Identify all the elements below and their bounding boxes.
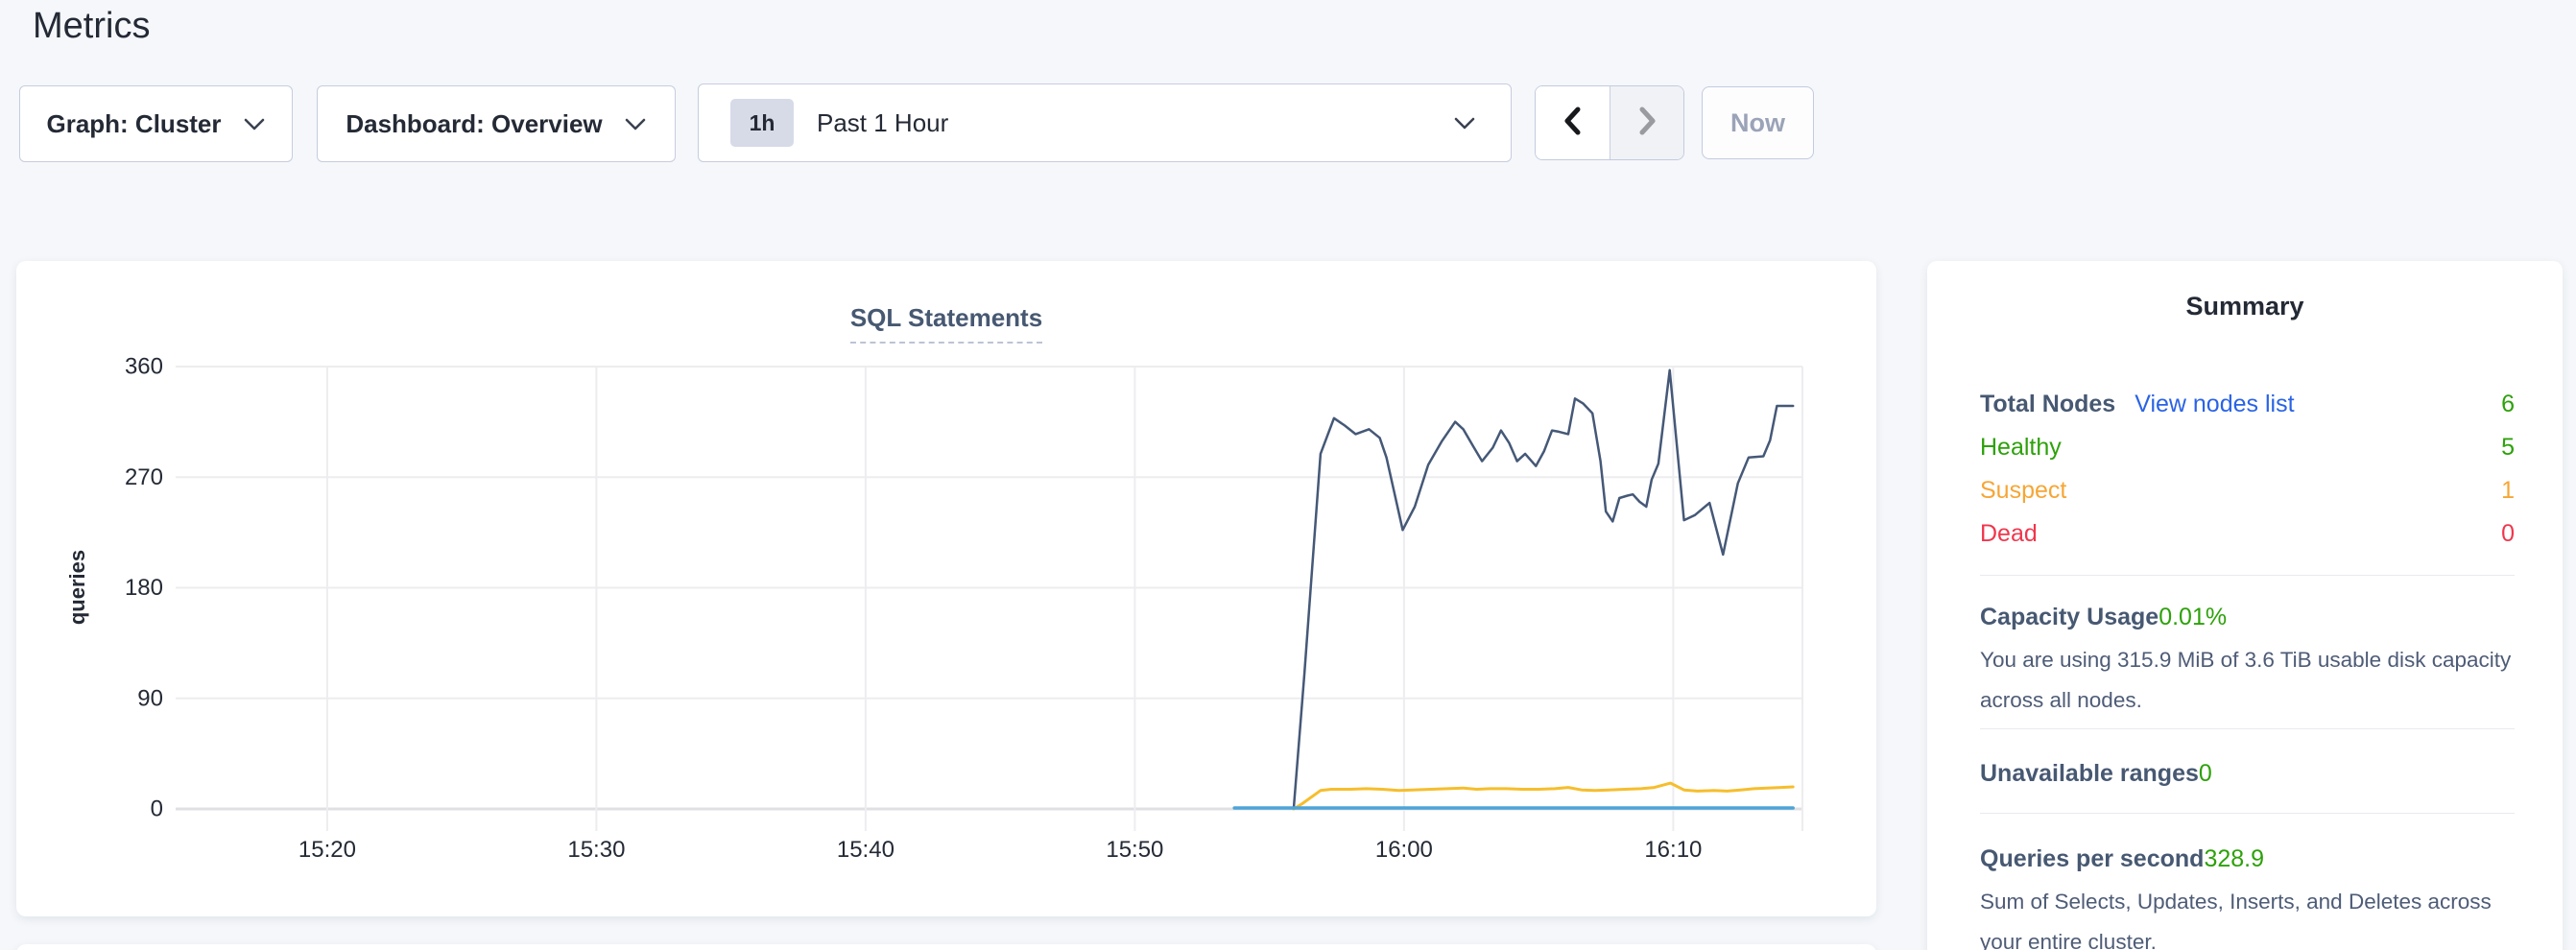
view-nodes-list-link[interactable]: View nodes list [2135,391,2294,418]
healthy-value: 5 [2501,434,2515,462]
divider [1980,728,2515,729]
dead-nodes-row: Dead 0 [1980,512,2515,556]
dashboard-dropdown[interactable]: Dashboard: Overview [317,85,676,162]
total-nodes-label: Total Nodes [1980,391,2115,418]
x-tick-label: 16:00 [1375,837,1433,863]
now-button[interactable]: Now [1702,86,1814,159]
y-tick-label: 0 [151,796,163,822]
time-prev-button[interactable] [1536,86,1610,159]
chevron-down-icon [624,117,647,131]
summary-panel: Summary Total Nodes View nodes list 6 He… [1927,261,2563,950]
queries-per-second-label: Queries per second [1980,845,2204,873]
unavailable-ranges-label: Unavailable ranges [1980,760,2199,788]
y-tick-label: 270 [125,464,163,490]
queries-per-second-value: 328.9 [2204,845,2264,873]
divider [1980,575,2515,576]
chevron-down-icon [1453,116,1476,131]
graph-dropdown-label: Graph: Cluster [46,109,221,139]
series-yellow [1294,783,1793,809]
suspect-label: Suspect [1980,477,2066,505]
series-navy [1294,370,1793,809]
chevron-down-icon [243,117,266,131]
suspect-value: 1 [2501,477,2515,505]
y-tick-label: 360 [125,354,163,380]
time-nav-group [1535,85,1684,160]
total-nodes-value: 6 [2501,391,2515,418]
time-range-label: Past 1 Hour [817,108,1453,138]
dead-value: 0 [2501,520,2515,548]
y-tick-label: 90 [137,685,163,711]
x-tick-label: 16:10 [1644,837,1702,863]
y-tick-label: 180 [125,575,163,601]
x-tick-label: 15:20 [298,837,356,863]
x-tick-label: 15:40 [837,837,894,863]
time-next-button[interactable] [1610,86,1683,159]
x-tick-label: 15:30 [567,837,625,863]
graph-dropdown[interactable]: Graph: Cluster [19,85,293,162]
page-title: Metrics [33,6,150,47]
summary-title: Summary [1927,292,2563,321]
time-range-badge: 1h [730,99,794,147]
divider [1980,813,2515,814]
chevron-right-icon [1634,105,1660,142]
sql-statements-chart-card: SQL Statements 09018027036015:2015:3015:… [16,261,1876,916]
capacity-usage-value: 0.01% [2159,604,2227,631]
total-nodes-row: Total Nodes View nodes list 6 [1980,383,2515,426]
dead-label: Dead [1980,520,2038,548]
capacity-usage-row: Capacity Usage 0.01% [1980,600,2515,634]
time-range-picker[interactable]: 1h Past 1 Hour [698,83,1512,162]
dashboard-dropdown-label: Dashboard: Overview [346,109,602,139]
capacity-usage-description: You are using 315.9 MiB of 3.6 TiB usabl… [1980,640,2515,721]
healthy-label: Healthy [1980,434,2062,462]
unavailable-ranges-row: Unavailable ranges 0 [1980,756,2515,791]
unavailable-ranges-value: 0 [2199,760,2212,788]
sql-statements-chart-plot[interactable]: 0 90 180 270 360 15:20 15:30 15:40 15:50 16:00 16:… [16,261,1876,916]
queries-per-second-row: Queries per second 328.9 [1980,842,2515,876]
capacity-usage-label: Capacity Usage [1980,604,2159,631]
suspect-nodes-row: Suspect 1 [1980,469,2515,512]
queries-per-second-description: Sum of Selects, Updates, Inserts, and De… [1980,882,2515,950]
healthy-nodes-row: Healthy 5 [1980,426,2515,469]
next-chart-card-partial [16,944,1876,950]
y-axis-title: queries [65,550,89,625]
x-tick-label: 15:50 [1106,837,1163,863]
chevron-left-icon [1560,105,1586,142]
